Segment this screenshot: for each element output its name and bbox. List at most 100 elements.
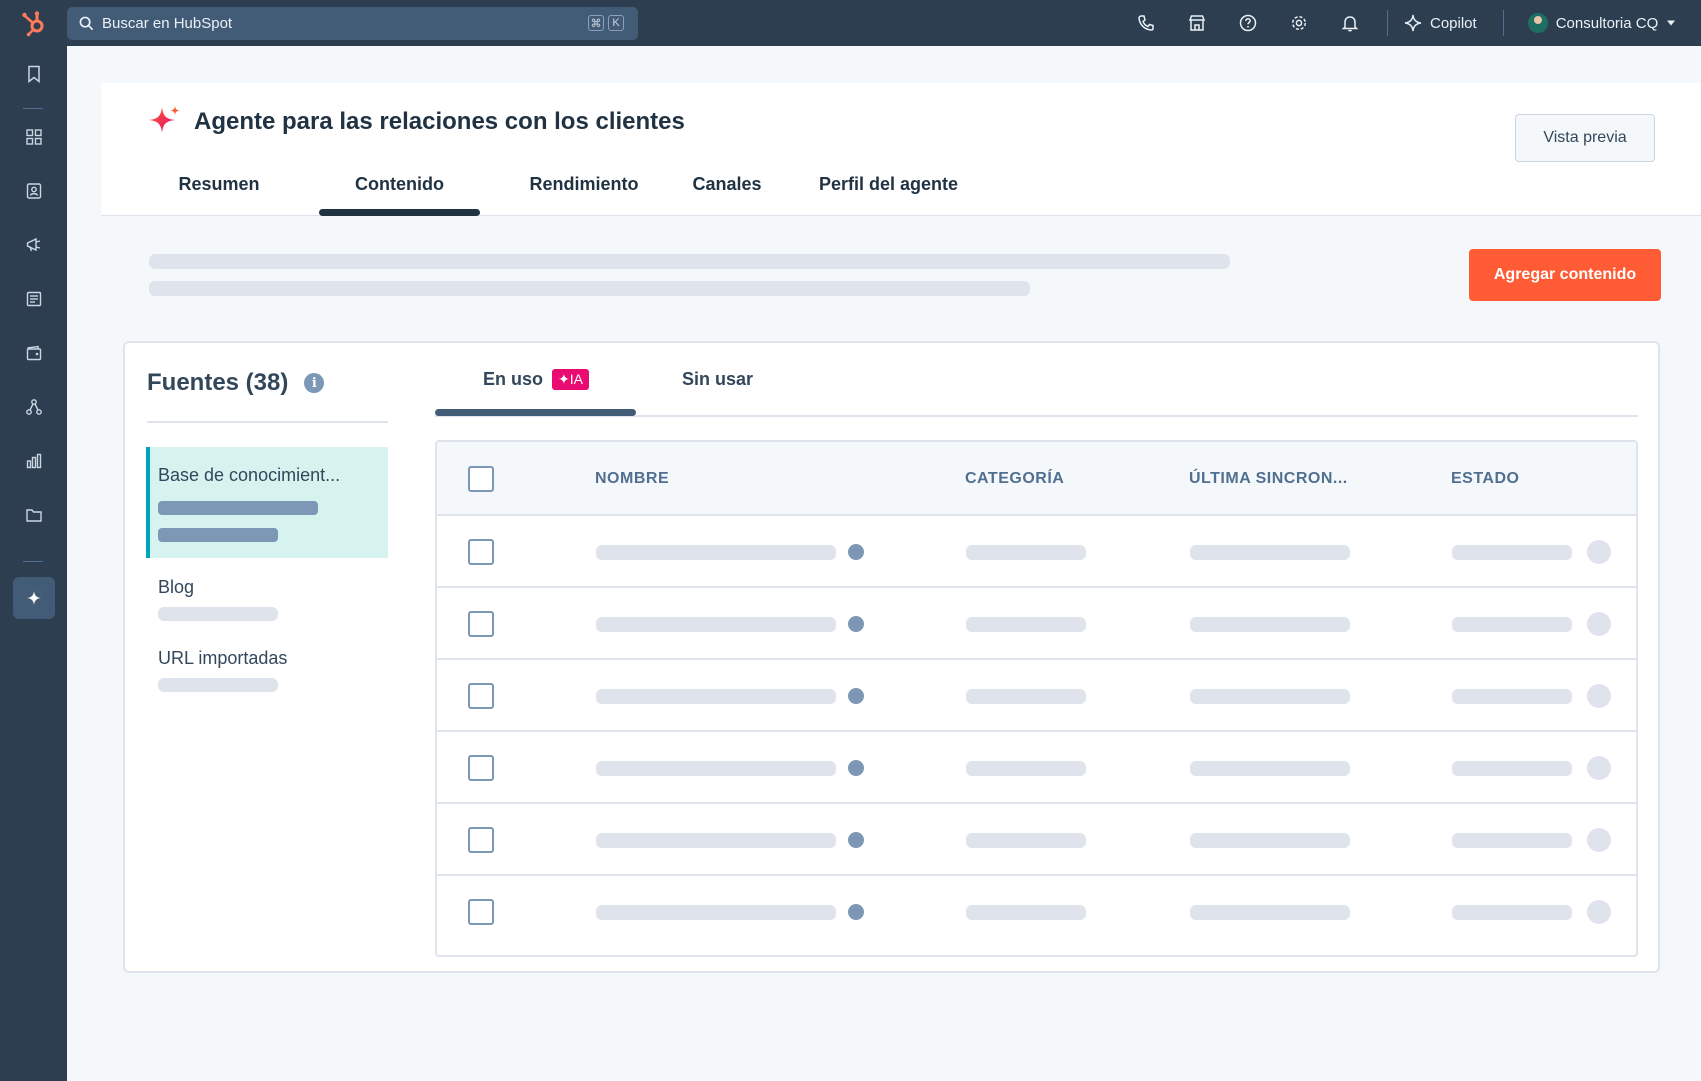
marketplace-icon[interactable] [1171, 0, 1222, 46]
avatar [1527, 13, 1548, 33]
status-toggle-placeholder [1587, 756, 1611, 780]
side-navigation [0, 46, 67, 1081]
phone-icon[interactable] [1120, 0, 1171, 46]
status-toggle-placeholder [1587, 684, 1611, 708]
table-row[interactable] [437, 588, 1636, 660]
bookmark-icon[interactable] [19, 59, 49, 89]
source-label: URL importadas [158, 648, 288, 668]
source-item-blog[interactable]: Blog [146, 563, 388, 623]
status-dot [848, 904, 864, 920]
table-row[interactable] [437, 804, 1636, 876]
page-header: Agente para las relaciones con los clien… [101, 83, 1701, 216]
source-meta-placeholder [158, 678, 278, 692]
table-row[interactable] [437, 876, 1636, 948]
breeze-agents-icon [27, 591, 41, 605]
content-subtabs: En uso ✦IA Sin usar [435, 343, 1638, 417]
name-placeholder [596, 545, 836, 560]
tab-rendimiento[interactable]: Rendimiento [521, 153, 647, 216]
subtab-en-uso[interactable]: En uso ✦IA [483, 369, 589, 390]
sources-title-row: Fuentes (38) i [147, 369, 325, 397]
row-checkbox[interactable] [468, 611, 494, 637]
search-icon [79, 16, 94, 31]
library-icon[interactable] [19, 500, 49, 530]
status-dot [848, 688, 864, 704]
status-dot [848, 760, 864, 776]
last-sync-placeholder [1190, 833, 1350, 848]
row-checkbox[interactable] [468, 827, 494, 853]
page-title: Agente para las relaciones con los clien… [194, 108, 685, 135]
tab-resumen[interactable]: Resumen [151, 153, 287, 216]
help-icon[interactable] [1222, 0, 1273, 46]
account-name: Consultoria CQ [1555, 14, 1659, 32]
row-checkbox[interactable] [468, 539, 494, 565]
status-dot [848, 616, 864, 632]
content-icon[interactable] [19, 284, 49, 314]
tab-canales[interactable]: Canales [681, 153, 773, 216]
add-content-button[interactable]: Agregar contenido [1469, 249, 1661, 301]
commerce-icon[interactable] [19, 338, 49, 368]
nav-divider [23, 561, 43, 562]
active-subtab-indicator [435, 409, 636, 416]
info-icon[interactable]: i [304, 373, 325, 393]
source-item-knowledge-base[interactable]: Base de conocimient... [146, 447, 388, 558]
column-header-categoria[interactable]: CATEGORÍA [965, 470, 1064, 488]
tab-perfil-del-agente[interactable]: Perfil del agente [806, 153, 971, 216]
status-toggle-placeholder [1587, 828, 1611, 852]
status-placeholder [1452, 761, 1572, 776]
top-divider [1502, 10, 1504, 36]
sources-divider [147, 421, 388, 423]
page-title-row: Agente para las relaciones con los clien… [148, 105, 685, 139]
automation-icon[interactable] [19, 392, 49, 422]
breeze-agents-nav-item[interactable] [13, 577, 55, 619]
source-item-imported-urls[interactable]: URL importadas [146, 633, 388, 693]
select-all-checkbox[interactable] [468, 466, 494, 492]
source-label: Blog [158, 577, 195, 597]
contacts-icon[interactable] [19, 176, 49, 206]
copilot-button[interactable]: Copilot [1400, 14, 1491, 32]
table-row[interactable] [437, 732, 1636, 804]
status-toggle-placeholder [1587, 540, 1611, 564]
sources-title: Fuentes (38) [147, 369, 289, 396]
table-row[interactable] [437, 516, 1636, 588]
account-menu[interactable]: Consultoria CQ [1516, 13, 1677, 33]
description-placeholder [149, 281, 1030, 296]
source-meta-placeholder [158, 528, 278, 542]
status-dot [848, 544, 864, 560]
row-checkbox[interactable] [468, 683, 494, 709]
name-placeholder [596, 761, 836, 776]
row-checkbox[interactable] [468, 899, 494, 925]
top-utility-icons: Copilot Consultoria CQ [1120, 0, 1676, 46]
source-label: Base de conocimient... [158, 465, 341, 485]
search-input[interactable]: Buscar en HubSpot ⌘ K [67, 7, 638, 40]
tab-contenido[interactable]: Contenido [319, 153, 480, 216]
marketing-icon[interactable] [19, 230, 49, 260]
column-header-nombre[interactable]: NOMBRE [595, 470, 669, 488]
preview-button[interactable]: Vista previa [1515, 114, 1655, 162]
category-placeholder [966, 617, 1086, 632]
status-toggle-placeholder [1587, 612, 1611, 636]
row-checkbox[interactable] [468, 755, 494, 781]
name-placeholder [596, 833, 836, 848]
workspaces-icon[interactable] [19, 122, 49, 152]
category-placeholder [966, 833, 1086, 848]
last-sync-placeholder [1190, 545, 1350, 560]
reporting-icon[interactable] [19, 446, 49, 476]
category-placeholder [966, 545, 1086, 560]
last-sync-placeholder [1190, 689, 1350, 704]
search-placeholder: Buscar en HubSpot [102, 15, 233, 32]
table-row[interactable] [437, 660, 1636, 732]
subtab-sin-usar[interactable]: Sin usar [682, 369, 753, 390]
sources-table: NOMBRE CATEGORÍA ÚLTIMA SINCRON... ESTAD… [435, 440, 1638, 957]
k-key-hint: K [608, 15, 624, 31]
copilot-label: Copilot [1430, 14, 1477, 32]
last-sync-placeholder [1190, 617, 1350, 632]
status-placeholder [1452, 545, 1572, 560]
settings-icon[interactable] [1273, 0, 1324, 46]
column-header-ultima-sincronizacion[interactable]: ÚLTIMA SINCRON... [1189, 470, 1348, 488]
top-navigation-bar: Buscar en HubSpot ⌘ K Copilot Consultori… [0, 0, 1701, 46]
column-header-estado[interactable]: ESTADO [1451, 470, 1519, 488]
hubspot-logo[interactable] [0, 0, 67, 46]
notifications-icon[interactable] [1324, 0, 1375, 46]
last-sync-placeholder [1190, 905, 1350, 920]
status-placeholder [1452, 905, 1572, 920]
